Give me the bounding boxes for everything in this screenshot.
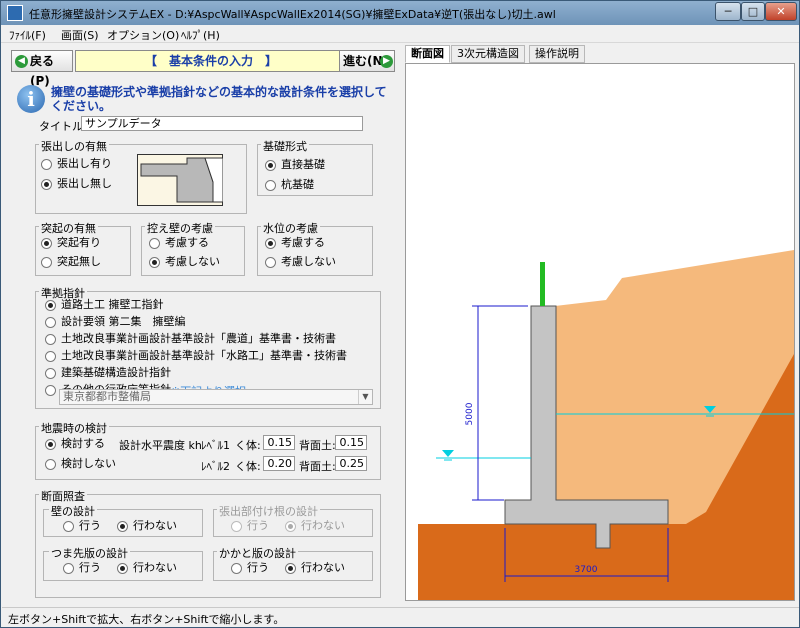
seismic-coef-label: 設計水平震度 kh [119, 439, 202, 452]
wall-design-label: 壁の設計 [49, 503, 97, 519]
guard-rail [540, 262, 545, 306]
foundation-direct-radio[interactable]: 直接基礎 [265, 158, 325, 172]
menu-bar: ﾌｧｲﾙ(F) 画面(S) オプション(O) ﾍﾙﾌﾟ(H) [1, 25, 799, 43]
water-group-label: 水位の考慮 [261, 220, 320, 236]
water-no-radio[interactable]: 考慮しない [265, 255, 336, 269]
tab-instructions[interactable]: 操作説明 [529, 45, 585, 63]
overhang-yes-radio[interactable]: 張出し有り [41, 157, 112, 171]
seismic-l1-body-input[interactable]: 0.15 [263, 435, 295, 450]
retaining-wall-drawing: 5000 3700 [418, 250, 794, 600]
status-text: 左ボタン+Shiftで拡大、右ボタン+Shiftで縮小します。 [8, 613, 285, 626]
close-button[interactable]: ✕ [765, 2, 797, 21]
overhang-base-design-label: 張出部付け根の設計 [217, 503, 320, 519]
overhang-base-yes-radio: 行う [231, 519, 269, 533]
overhang-preview-image [137, 154, 223, 206]
section-drawing-canvas[interactable]: 5000 3700 [405, 63, 795, 601]
foundation-pile-radio[interactable]: 杭基礎 [265, 178, 314, 192]
menu-file[interactable]: ﾌｧｲﾙ(F) [9, 27, 46, 43]
app-window: 任意形擁壁設計システムEX - D:¥AspcWall¥AspcWallEx20… [0, 0, 800, 628]
seismic-level2-label: ﾚﾍﾞﾙ2 [201, 460, 230, 473]
title-label: タイトル: [39, 120, 87, 133]
view-tabs: 断面図 3次元構造図 操作説明 [405, 45, 795, 63]
standard-authority-dropdown[interactable]: 東京都都市整備局 ▼ [59, 389, 373, 405]
title-input[interactable]: サンプルデータ [81, 116, 363, 131]
seismic-l1-back-label: 背面土: [299, 439, 336, 452]
tab-3d-view[interactable]: 3次元構造図 [451, 45, 525, 63]
seismic-l2-body-input[interactable]: 0.20 [263, 456, 295, 471]
menu-option[interactable]: オプション(O) [107, 27, 179, 43]
menu-view[interactable]: 画面(S) [61, 27, 99, 43]
seismic-l1-back-input[interactable]: 0.15 [335, 435, 367, 450]
standard-design-manual-radio[interactable]: 設計要領 第二集 擁壁編 [45, 315, 186, 329]
section-check-group-label: 断面照査 [39, 488, 87, 504]
nav-bar: ◀ 戻る(P) 【 基本条件の入力 】 進む(N) ▶ [11, 50, 395, 88]
seismic-group-label: 地震時の検討 [39, 420, 109, 436]
heel-design-yes-radio[interactable]: 行う [231, 561, 269, 575]
next-button[interactable]: 進む(N) ▶ [339, 50, 395, 72]
arrow-left-icon: ◀ [15, 55, 28, 68]
wall-design-no-radio[interactable]: 行わない [117, 519, 177, 533]
status-bar: 左ボタン+Shiftで拡大、右ボタン+Shiftで縮小します。 [2, 607, 799, 627]
arrow-right-icon: ▶ [380, 55, 393, 68]
back-button[interactable]: ◀ 戻る(P) [11, 50, 73, 88]
standard-waterway-radio[interactable]: 土地改良事業計画設計基準設計「水路工」基準書・技術書 [45, 349, 347, 363]
standard-road-radio[interactable]: 道路土工 擁壁工指針 [45, 298, 164, 312]
foundation-group-label: 基礎形式 [261, 138, 309, 154]
water-mark-front-icon [442, 450, 454, 457]
toe-design-yes-radio[interactable]: 行う [63, 561, 101, 575]
toe-design-label: つま先版の設計 [49, 545, 130, 561]
overhang-group-label: 張出しの有無 [39, 138, 109, 154]
seismic-level1-label: ﾚﾍﾞﾙ1 [201, 439, 230, 452]
heel-design-label: かかと版の設計 [217, 545, 298, 561]
standard-authority-value: 東京都都市整備局 [63, 390, 151, 403]
menu-help[interactable]: ﾍﾙﾌﾟ(H) [181, 27, 220, 43]
standard-farm-road-radio[interactable]: 土地改良事業計画設計基準設計「農道」基準書・技術書 [45, 332, 336, 346]
overhang-no-radio[interactable]: 張出し無し [41, 177, 112, 191]
width-dimension-label: 3700 [575, 565, 598, 575]
protrusion-group-label: 突起の有無 [39, 220, 98, 236]
seismic-l2-back-label: 背面土: [299, 460, 336, 473]
overhang-base-no-radio: 行わない [285, 519, 345, 533]
minimize-button[interactable]: ─ [715, 2, 741, 21]
buttress-no-radio[interactable]: 考慮しない [149, 255, 220, 269]
toe-design-no-radio[interactable]: 行わない [117, 561, 177, 575]
chevron-down-icon: ▼ [358, 390, 372, 404]
seismic-no-radio[interactable]: 検討しない [45, 457, 116, 471]
standard-building-radio[interactable]: 建築基礎構造設計指針 [45, 366, 171, 380]
heel-design-no-radio[interactable]: 行わない [285, 561, 345, 575]
maximize-button[interactable]: □ [741, 2, 765, 21]
protrusion-yes-radio[interactable]: 突起有り [41, 236, 101, 250]
seismic-l2-body-label: く体: [235, 460, 261, 473]
app-icon [7, 5, 23, 21]
height-dimension-label: 5000 [465, 402, 475, 425]
wall-design-yes-radio[interactable]: 行う [63, 519, 101, 533]
buttress-yes-radio[interactable]: 考慮する [149, 236, 209, 250]
instruction-text: 擁壁の基礎形式や準拠指針などの基本的な設計条件を選択してください。 [51, 85, 387, 113]
water-yes-radio[interactable]: 考慮する [265, 236, 325, 250]
seismic-l2-back-input[interactable]: 0.25 [335, 456, 367, 471]
info-icon: i [17, 85, 45, 113]
tab-section-view[interactable]: 断面図 [405, 45, 450, 63]
window-title: 任意形擁壁設計システムEX - D:¥AspcWall¥AspcWallEx20… [29, 8, 556, 21]
page-title: 【 基本条件の入力 】 [75, 50, 347, 72]
seismic-l1-body-label: く体: [235, 439, 261, 452]
buttress-group-label: 控え壁の考慮 [145, 220, 215, 236]
protrusion-no-radio[interactable]: 突起無し [41, 255, 101, 269]
title-bar: 任意形擁壁設計システムEX - D:¥AspcWall¥AspcWallEx20… [1, 1, 799, 25]
seismic-yes-radio[interactable]: 検討する [45, 437, 105, 451]
